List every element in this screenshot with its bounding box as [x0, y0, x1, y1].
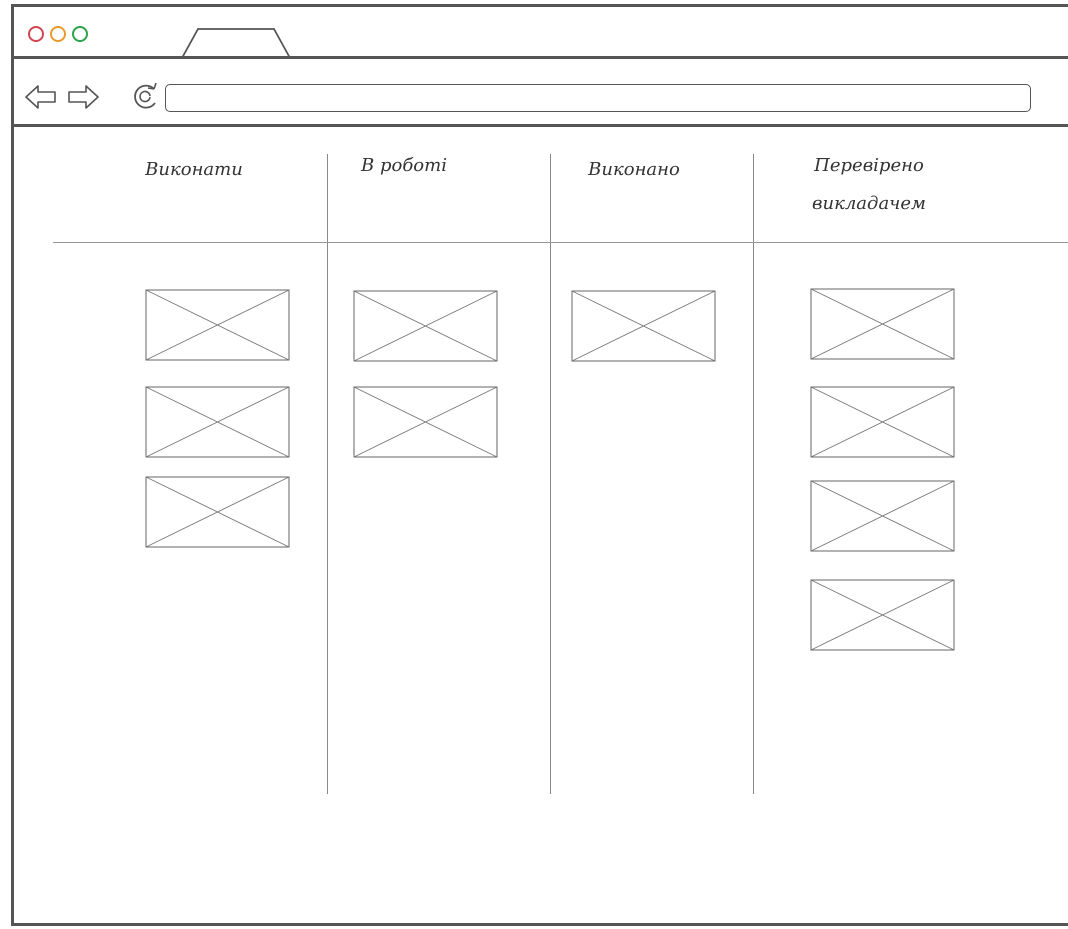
reload-icon[interactable]	[130, 81, 162, 113]
browser-tab[interactable]	[174, 25, 294, 59]
task-card-4-3[interactable]	[810, 480, 955, 552]
header-divider	[53, 242, 1068, 243]
task-card-4-1[interactable]	[810, 288, 955, 360]
column-title-done-text: Виконано	[588, 159, 680, 180]
column-divider	[753, 154, 754, 794]
column-title-in-progress: В роботі	[334, 147, 474, 185]
address-bar-input[interactable]	[165, 84, 1031, 112]
task-card-4-4[interactable]	[810, 579, 955, 651]
column-title-todo: Виконати	[114, 151, 274, 189]
column-title-reviewed-line2: викладачем	[812, 193, 926, 214]
maximize-window-button[interactable]	[72, 26, 88, 42]
column-title-done: Виконано	[559, 151, 709, 189]
browser-window: Виконати В роботі Виконано Перевірено ви…	[11, 4, 1068, 926]
browser-title-bar	[14, 7, 1068, 59]
close-window-button[interactable]	[28, 26, 44, 42]
task-card-1-3[interactable]	[145, 476, 290, 548]
column-divider	[327, 154, 328, 794]
arrow-left-icon[interactable]	[24, 83, 58, 111]
column-title-todo-text: Виконати	[145, 159, 243, 180]
column-title-reviewed: Перевірено викладачем	[794, 147, 944, 223]
task-card-1-2[interactable]	[145, 386, 290, 458]
task-card-2-2[interactable]	[353, 386, 498, 458]
task-card-4-2[interactable]	[810, 386, 955, 458]
task-card-3-1[interactable]	[571, 290, 716, 362]
column-title-in-progress-text: В роботі	[361, 155, 447, 176]
column-title-reviewed-line1: Перевірено	[814, 155, 924, 176]
task-card-1-1[interactable]	[145, 289, 290, 361]
column-divider	[550, 154, 551, 794]
browser-nav-bar	[14, 59, 1068, 127]
task-card-2-1[interactable]	[353, 290, 498, 362]
arrow-right-icon[interactable]	[66, 83, 100, 111]
minimize-window-button[interactable]	[50, 26, 66, 42]
